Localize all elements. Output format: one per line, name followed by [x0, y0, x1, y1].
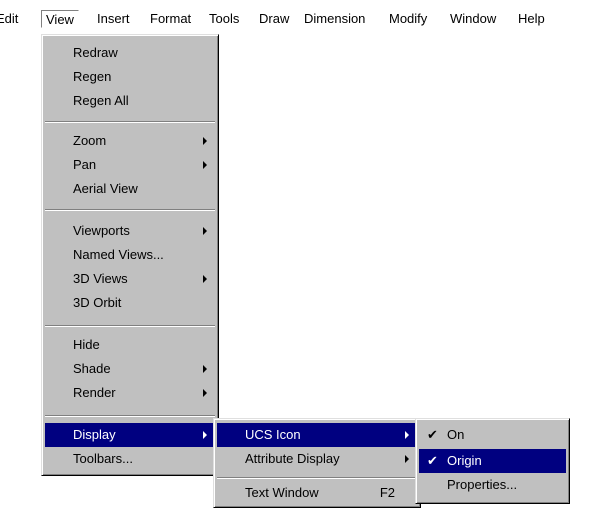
- menu-dimension[interactable]: Dimension: [300, 10, 369, 28]
- check-icon: ✔: [427, 427, 438, 442]
- menu-separator: [45, 209, 215, 211]
- shortcut-label: F2: [379, 485, 395, 500]
- menu-item-label: Display: [73, 427, 116, 442]
- view-regen[interactable]: Regen: [45, 65, 215, 89]
- submenu-arrow-icon: [405, 455, 409, 463]
- view-menu: Redraw Regen Regen All Zoom Pan Aerial V…: [41, 34, 219, 476]
- ucs-origin[interactable]: ✔ Origin: [419, 449, 566, 473]
- display-submenu: UCS Icon Attribute Display Text Window F2: [213, 418, 421, 508]
- menu-separator: [45, 415, 215, 417]
- submenu-arrow-icon: [203, 365, 207, 373]
- view-3d-views[interactable]: 3D Views: [45, 267, 215, 291]
- submenu-arrow-icon: [203, 275, 207, 283]
- view-regen-all[interactable]: Regen All: [45, 89, 215, 113]
- ucs-icon-submenu: ✔ On ✔ Origin Properties...: [415, 418, 570, 504]
- view-toolbars[interactable]: Toolbars...: [45, 447, 215, 471]
- menu-separator: [217, 477, 417, 479]
- menu-separator: [45, 325, 215, 327]
- menu-item-label: Pan: [73, 157, 97, 172]
- submenu-arrow-icon: [203, 227, 207, 235]
- menu-item-label: Viewports: [73, 223, 130, 238]
- submenu-arrow-icon: [203, 161, 207, 169]
- view-aerial-view[interactable]: Aerial View: [45, 177, 215, 201]
- display-text-window[interactable]: Text Window F2: [217, 481, 417, 505]
- view-pan[interactable]: Pan: [45, 153, 215, 177]
- menu-format[interactable]: Format: [146, 10, 195, 28]
- display-attribute-display[interactable]: Attribute Display: [217, 447, 417, 471]
- submenu-arrow-icon: [203, 431, 207, 439]
- menu-insert[interactable]: Insert: [93, 10, 134, 28]
- menu-item-label: 3D Views: [73, 271, 128, 286]
- display-ucs-icon[interactable]: UCS Icon: [217, 423, 417, 447]
- menu-item-label: Redraw: [73, 45, 118, 60]
- view-named-views[interactable]: Named Views...: [45, 243, 215, 267]
- submenu-arrow-icon: [203, 137, 207, 145]
- menu-item-label: Named Views...: [73, 247, 164, 262]
- menu-item-label: 3D Orbit: [73, 295, 122, 310]
- menu-item-label: On: [447, 427, 465, 442]
- view-hide[interactable]: Hide: [45, 333, 215, 357]
- menu-item-label: Shade: [73, 361, 111, 376]
- menu-item-label: Zoom: [73, 133, 107, 148]
- view-viewports[interactable]: Viewports: [45, 219, 215, 243]
- menu-modify[interactable]: Modify: [385, 10, 431, 28]
- view-shade[interactable]: Shade: [45, 357, 215, 381]
- menu-separator: [45, 121, 215, 123]
- menu-window[interactable]: Window: [446, 10, 500, 28]
- menu-item-label: UCS Icon: [245, 427, 301, 442]
- check-icon: ✔: [427, 453, 438, 468]
- menu-item-label: Regen All: [73, 93, 129, 108]
- submenu-arrow-icon: [405, 431, 409, 439]
- menu-view[interactable]: View: [41, 10, 79, 28]
- view-redraw[interactable]: Redraw: [45, 41, 215, 65]
- menu-bar: Edit View Insert Format Tools Draw Dimen…: [0, 0, 597, 34]
- menu-item-label: Attribute Display: [245, 451, 340, 466]
- view-zoom[interactable]: Zoom: [45, 129, 215, 153]
- menu-item-label: Origin: [447, 453, 482, 468]
- menu-tools[interactable]: Tools: [205, 10, 243, 28]
- menu-item-label: Regen: [73, 69, 112, 84]
- menu-item-label: Render: [73, 385, 116, 400]
- ucs-on[interactable]: ✔ On: [419, 423, 566, 447]
- menu-draw[interactable]: Draw: [255, 10, 293, 28]
- view-3d-orbit[interactable]: 3D Orbit: [45, 291, 215, 315]
- ucs-properties[interactable]: Properties...: [419, 473, 566, 497]
- menu-item-label: Toolbars...: [73, 451, 133, 466]
- menu-item-label: Hide: [73, 337, 100, 352]
- view-display[interactable]: Display: [45, 423, 215, 447]
- menu-help[interactable]: Help: [514, 10, 549, 28]
- menu-item-label: Properties...: [447, 477, 518, 492]
- menu-edit[interactable]: Edit: [0, 10, 22, 28]
- menu-item-label: Text Window: [245, 485, 319, 500]
- view-render[interactable]: Render: [45, 381, 215, 405]
- submenu-arrow-icon: [203, 389, 207, 397]
- menu-item-label: Aerial View: [73, 181, 138, 196]
